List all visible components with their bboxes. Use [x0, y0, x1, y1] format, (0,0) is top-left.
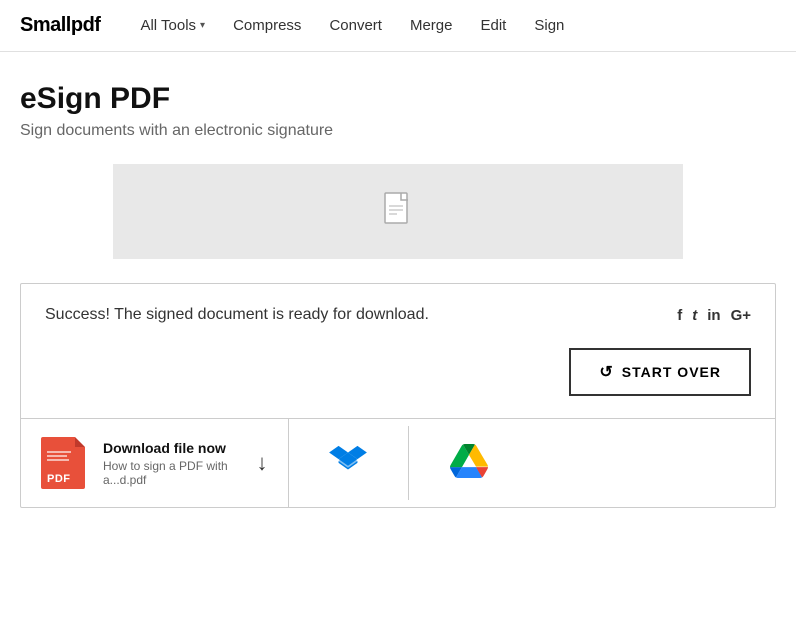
nav-merge-label: Merge [410, 17, 453, 34]
upload-area[interactable] [113, 164, 683, 259]
success-message: Success! The signed document is ready fo… [45, 306, 429, 324]
dropbox-icon [329, 444, 367, 482]
nav-convert-label: Convert [329, 17, 382, 34]
nav-convert[interactable]: Convert [329, 17, 382, 34]
empty-section [529, 445, 776, 481]
download-title: Download file now [103, 440, 245, 456]
refresh-icon: ↺ [599, 362, 613, 382]
nav-edit-label: Edit [481, 17, 507, 34]
nav-all-tools-label: All Tools [140, 17, 196, 34]
nav-all-tools[interactable]: All Tools ▾ [140, 17, 205, 34]
download-info: Download file now How to sign a PDF with… [103, 440, 245, 487]
chevron-down-icon: ▾ [200, 20, 205, 31]
header: Smallpdf All Tools ▾ Compress Convert Me… [0, 0, 796, 52]
success-card: Success! The signed document is ready fo… [20, 283, 776, 508]
twitter-icon[interactable]: t [692, 307, 697, 324]
start-over-label: START OVER [622, 364, 721, 380]
nav-sign[interactable]: Sign [534, 17, 564, 34]
dropbox-section[interactable] [289, 426, 409, 500]
linkedin-icon[interactable]: in [707, 307, 720, 324]
download-section[interactable]: PDF Download file now How to sign a PDF … [21, 419, 289, 507]
start-over-button[interactable]: ↺ START OVER [569, 348, 751, 396]
nav-compress[interactable]: Compress [233, 17, 301, 34]
page-title: eSign PDF [20, 82, 776, 116]
file-icon [384, 192, 412, 231]
google-drive-icon [450, 444, 488, 482]
download-hint: How to sign a PDF with a...d.pdf [103, 459, 245, 487]
nav-sign-label: Sign [534, 17, 564, 34]
pdf-icon: PDF [41, 437, 89, 489]
google-drive-section[interactable] [409, 426, 529, 500]
main-content: eSign PDF Sign documents with an electro… [0, 52, 796, 528]
download-arrow-icon[interactable]: ↓ [257, 450, 268, 476]
nav-edit[interactable]: Edit [481, 17, 507, 34]
page-subtitle: Sign documents with an electronic signat… [20, 122, 776, 140]
start-over-row: ↺ START OVER [21, 340, 775, 418]
nav-compress-label: Compress [233, 17, 301, 34]
logo[interactable]: Smallpdf [20, 14, 100, 37]
success-header: Success! The signed document is ready fo… [21, 284, 775, 340]
facebook-icon[interactable]: f [677, 307, 682, 324]
nav-merge[interactable]: Merge [410, 17, 453, 34]
social-icons: f t in G+ [677, 307, 751, 324]
download-row: PDF Download file now How to sign a PDF … [21, 418, 775, 507]
nav: All Tools ▾ Compress Convert Merge Edit … [140, 17, 564, 34]
googleplus-icon[interactable]: G+ [731, 307, 751, 324]
